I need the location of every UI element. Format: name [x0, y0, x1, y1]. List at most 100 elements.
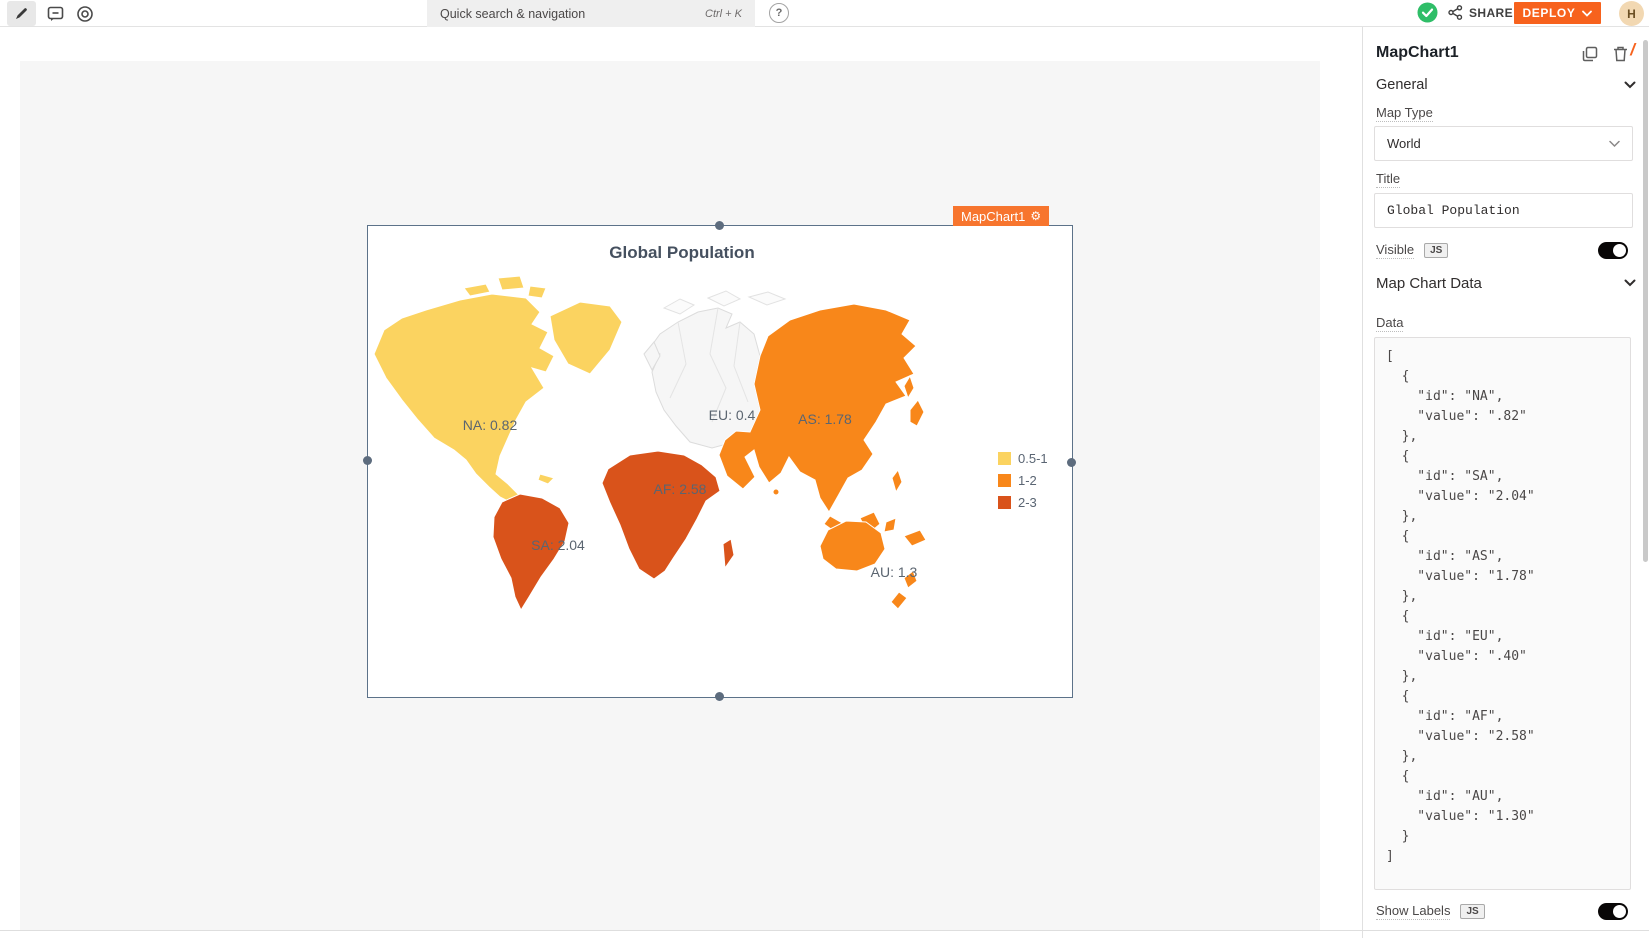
- code-line: "value": "2.58": [1386, 727, 1630, 747]
- search-placeholder: Quick search & navigation: [440, 7, 585, 21]
- label-AF: AF: 2.58: [654, 481, 707, 497]
- resize-handle-bottom[interactable]: [715, 692, 724, 701]
- copy-icon: [1582, 46, 1598, 62]
- code-line: "id": "AF",: [1386, 707, 1630, 727]
- question-mark-icon: ?: [776, 7, 783, 19]
- edit-mode-button[interactable]: [7, 1, 36, 26]
- legend-item: 1-2: [998, 474, 1048, 487]
- data-label: Data: [1376, 315, 1403, 332]
- label-AS: AS: 1.78: [798, 411, 852, 427]
- comment-icon: [47, 5, 64, 22]
- code-line: "value": "1.30": [1386, 807, 1630, 827]
- property-panel: MapChart1 General Map Type World Title G…: [1362, 27, 1649, 938]
- code-line: "value": "2.04": [1386, 487, 1630, 507]
- comment-mode-button[interactable]: [46, 4, 65, 23]
- chevron-down-icon: [1624, 81, 1636, 89]
- code-line: {: [1386, 687, 1630, 707]
- code-line: }: [1386, 827, 1630, 847]
- region-greenland[interactable]: [550, 302, 622, 374]
- show-labels-toggle[interactable]: [1598, 903, 1628, 920]
- title-label: Title: [1376, 171, 1400, 188]
- region-NA[interactable]: [374, 294, 554, 509]
- saved-status-indicator: [1417, 2, 1438, 23]
- map-type-dropdown[interactable]: World: [1374, 126, 1633, 161]
- code-line: "id": "SA",: [1386, 467, 1630, 487]
- search-input[interactable]: Quick search & navigation Ctrl + K: [427, 0, 755, 27]
- label-AU: AU: 1.3: [871, 564, 918, 580]
- expand-editor-icon[interactable]: /: [1630, 43, 1635, 57]
- trash-icon: [1613, 46, 1628, 62]
- help-button[interactable]: ?: [769, 3, 789, 23]
- widget-tag-label: MapChart1: [961, 209, 1025, 224]
- code-line: ]: [1386, 847, 1630, 867]
- chevron-down-icon: [1582, 10, 1592, 17]
- code-line: "id": "AS",: [1386, 547, 1630, 567]
- target-circle-icon: [76, 5, 94, 23]
- section-map-chart-data[interactable]: Map Chart Data: [1376, 272, 1636, 294]
- avatar-initial: H: [1627, 7, 1636, 21]
- section-general[interactable]: General: [1376, 74, 1636, 96]
- share-button[interactable]: SHARE: [1448, 5, 1513, 20]
- pencil-icon: [14, 6, 29, 21]
- mapchart-widget[interactable]: Global Population: [368, 226, 1072, 697]
- chevron-down-icon: [1624, 279, 1636, 287]
- code-line: {: [1386, 527, 1630, 547]
- region-AF[interactable]: [602, 451, 720, 579]
- legend-swatch-yellow: [998, 452, 1011, 465]
- legend-item: 0.5-1: [998, 452, 1048, 465]
- code-line: },: [1386, 667, 1630, 687]
- label-SA: SA: 2.04: [531, 537, 585, 553]
- code-line: "id": "NA",: [1386, 387, 1630, 407]
- visible-toggle[interactable]: [1598, 242, 1628, 259]
- code-line: "value": ".40": [1386, 647, 1630, 667]
- code-line: },: [1386, 747, 1630, 767]
- widget-name-title: MapChart1: [1376, 44, 1459, 62]
- legend-swatch-red: [998, 496, 1011, 509]
- resize-handle-left[interactable]: [363, 456, 372, 465]
- delete-widget-button[interactable]: [1612, 45, 1629, 62]
- title-input[interactable]: Global Population: [1374, 193, 1633, 228]
- code-line: },: [1386, 587, 1630, 607]
- legend-swatch-orange: [998, 474, 1011, 487]
- code-line: },: [1386, 507, 1630, 527]
- code-line: },: [1386, 427, 1630, 447]
- label-EU: EU: 0.4: [709, 407, 756, 423]
- code-line: {: [1386, 767, 1630, 787]
- resize-handle-top[interactable]: [715, 221, 724, 230]
- deploy-button[interactable]: DEPLOY: [1514, 2, 1601, 24]
- region-EU[interactable]: [650, 308, 760, 448]
- panel-scrollbar-thumb[interactable]: [1643, 40, 1648, 562]
- deploy-label: DEPLOY: [1523, 6, 1576, 20]
- show-labels-js-toggle[interactable]: JS: [1460, 904, 1484, 919]
- data-code-editor[interactable]: [ { "id": "NA", "value": ".82" }, { "id"…: [1374, 337, 1631, 890]
- gear-icon: ⚙: [1030, 209, 1041, 223]
- resize-handle-right[interactable]: [1067, 458, 1076, 467]
- chart-title: Global Population: [368, 243, 996, 263]
- code-line: "value": ".82": [1386, 407, 1630, 427]
- share-label: SHARE: [1469, 6, 1513, 20]
- map-type-label: Map Type: [1376, 105, 1433, 122]
- code-line: "value": "1.78": [1386, 567, 1630, 587]
- visible-label: Visible: [1376, 242, 1414, 259]
- code-line: {: [1386, 447, 1630, 467]
- code-line: {: [1386, 367, 1630, 387]
- top-bar: Quick search & navigation Ctrl + K ? SHA…: [0, 0, 1649, 27]
- code-line: [: [1386, 347, 1630, 367]
- search-shortcut: Ctrl + K: [705, 8, 742, 20]
- code-line: "id": "AU",: [1386, 787, 1630, 807]
- visible-js-toggle[interactable]: JS: [1424, 243, 1448, 258]
- preview-mode-button[interactable]: [75, 4, 94, 23]
- show-labels-label: Show Labels: [1376, 903, 1450, 920]
- avatar[interactable]: H: [1619, 1, 1644, 26]
- chevron-down-icon: [1609, 140, 1620, 148]
- canvas-bottom-divider: [0, 930, 1649, 931]
- map-legend: 0.5-1 1-2 2-3: [998, 452, 1048, 509]
- share-icon: [1448, 5, 1463, 20]
- region-madagascar: [723, 539, 734, 568]
- label-NA: NA: 0.82: [463, 417, 518, 433]
- widget-name-tag[interactable]: MapChart1 ⚙: [953, 206, 1049, 226]
- duplicate-widget-button[interactable]: [1581, 45, 1598, 62]
- legend-item: 2-3: [998, 496, 1048, 509]
- code-line: "id": "EU",: [1386, 627, 1630, 647]
- check-circle-icon: [1417, 2, 1438, 23]
